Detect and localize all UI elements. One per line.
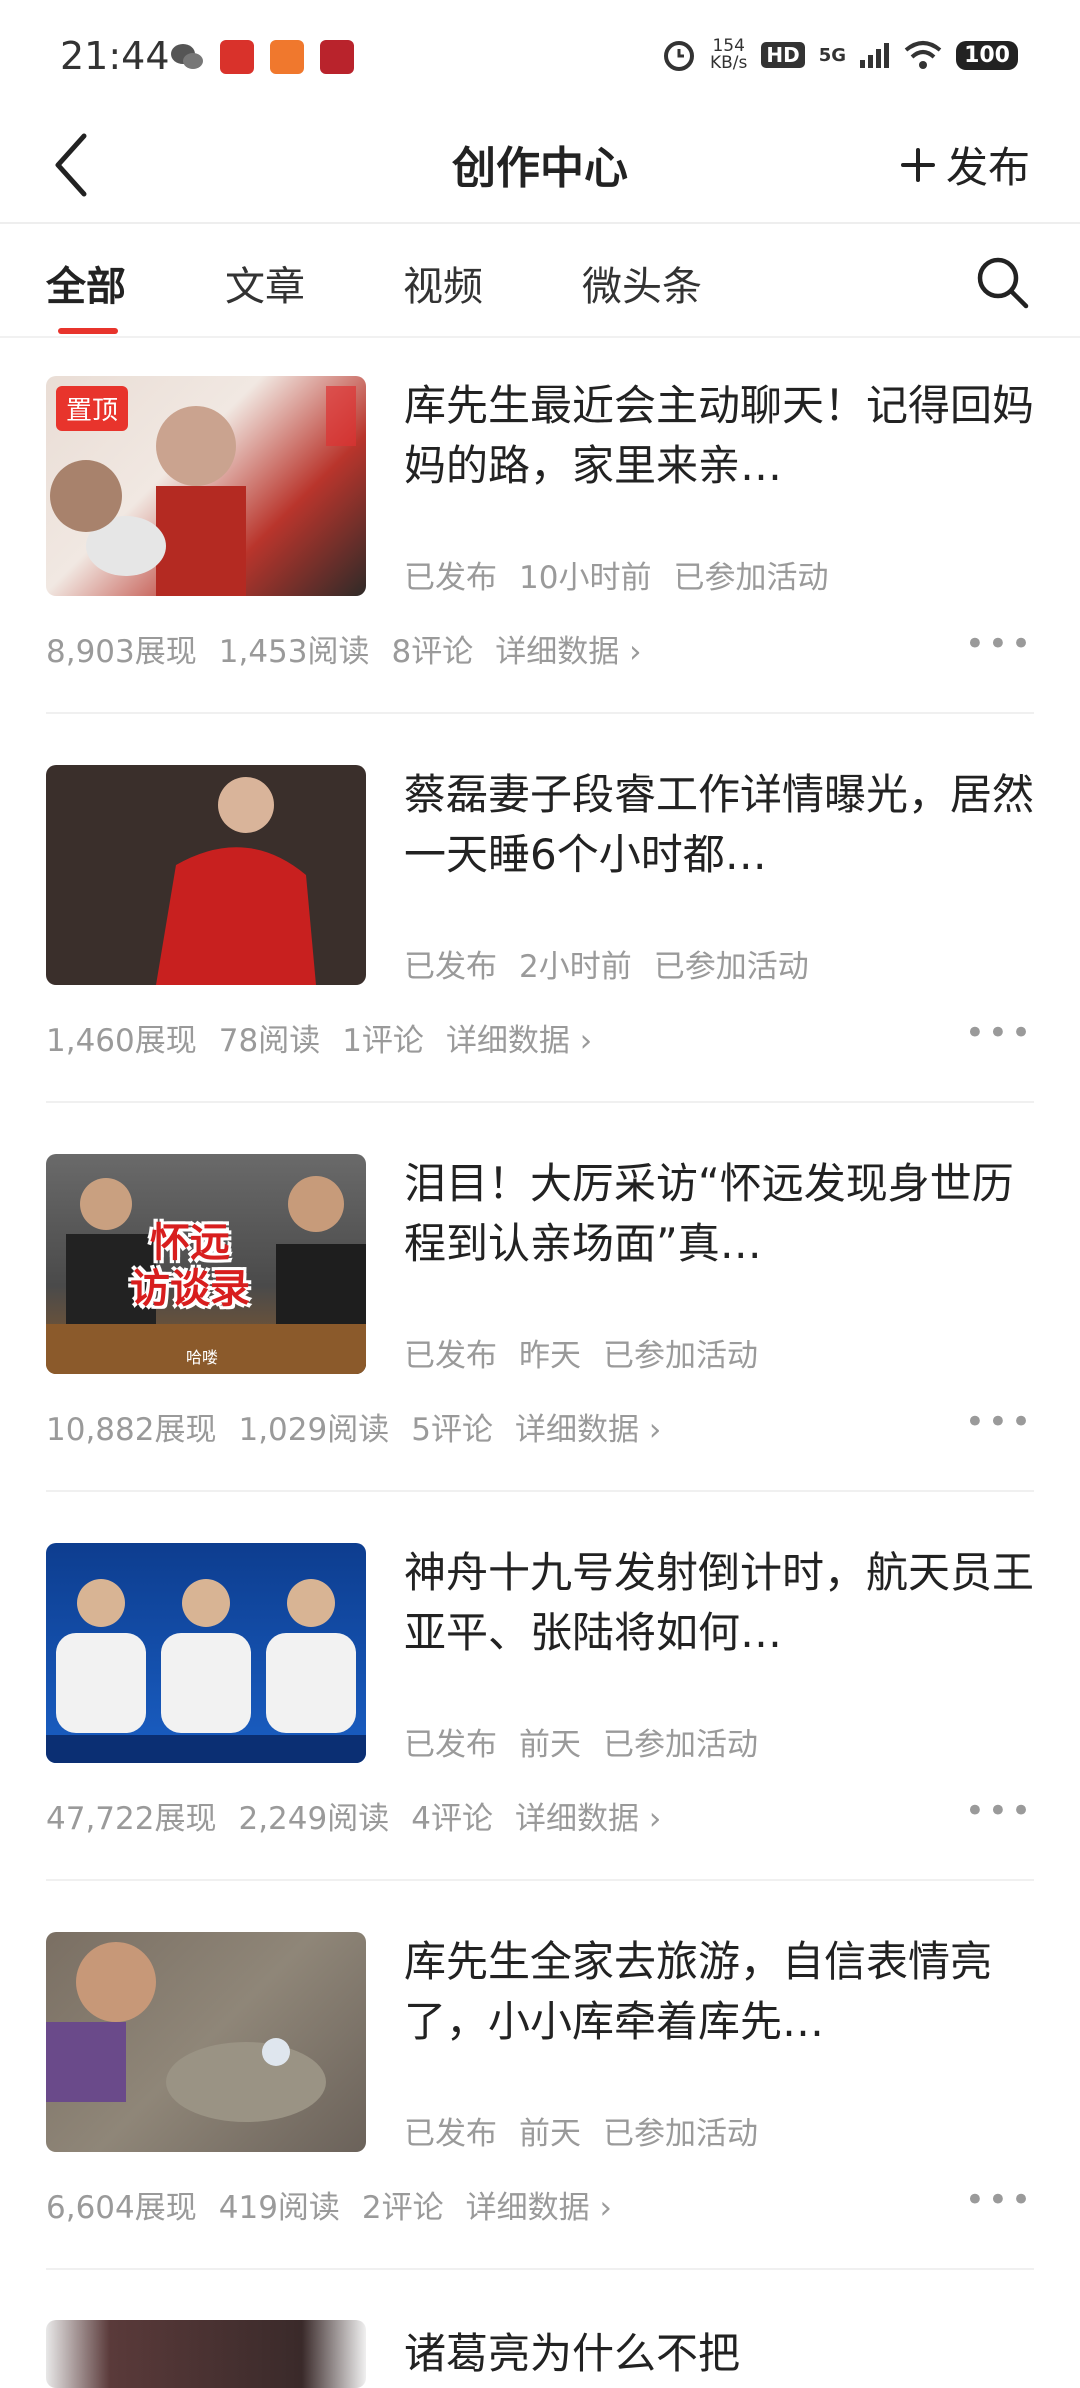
article-title[interactable]: 泪目！大厉采访“怀远发现身世历程到认亲场面”真… bbox=[404, 1154, 1034, 1274]
thumbnail-overlay-text: 怀远 访谈录 bbox=[130, 1220, 250, 1312]
signal-icon bbox=[860, 43, 890, 68]
thumbnail-image bbox=[156, 777, 316, 985]
article-stats: 47,722展现 2,249阅读 4评论 详细数据 › bbox=[46, 1793, 661, 1838]
tab-articles[interactable]: 文章 bbox=[225, 254, 305, 312]
chevron-right-icon: › bbox=[648, 1801, 662, 1837]
pinned-badge: 置顶 bbox=[56, 386, 129, 431]
views-count: 8,903展现 bbox=[46, 634, 197, 670]
tab-videos[interactable]: 视频 bbox=[403, 254, 483, 312]
detail-data-link[interactable]: 详细数据 › bbox=[515, 1404, 661, 1449]
article-thumbnail[interactable] bbox=[46, 2320, 366, 2388]
article-meta: 已发布 10小时前 已参加活动 bbox=[404, 560, 829, 596]
list-item[interactable]: 置顶 库先生最近会主动聊天！记得回妈妈的路，家里来亲… 已发布 10小时前 已参… bbox=[46, 376, 1034, 764]
reads-count: 1,029阅读 bbox=[238, 1412, 390, 1448]
chevron-right-icon: › bbox=[629, 634, 642, 670]
detail-data-link[interactable]: 详细数据 › bbox=[495, 626, 641, 671]
tab-all[interactable]: 全部 bbox=[46, 254, 126, 312]
item-divider bbox=[46, 1490, 1034, 1492]
item-divider bbox=[46, 1879, 1034, 1881]
list-item[interactable]: 库先生全家去旅游，自信表情亮了，小小库牵着库先… 已发布 前天 已参加活动 6,… bbox=[46, 1932, 1034, 2320]
search-icon[interactable] bbox=[974, 254, 1030, 310]
views-count: 6,604展现 bbox=[46, 2190, 197, 2226]
article-meta: 已发布 昨天 已参加活动 bbox=[404, 1338, 758, 1374]
list-item[interactable]: 神舟十九号发射倒计时，航天员王亚平、张陆将如何… 已发布 前天 已参加活动 47… bbox=[46, 1543, 1034, 1931]
thumbnail-caption: 哈喽 bbox=[186, 1348, 219, 1367]
more-options-icon[interactable]: ••• bbox=[965, 1013, 1034, 1053]
article-title[interactable]: 诸葛亮为什么不把 bbox=[404, 2324, 1034, 2384]
item-divider bbox=[46, 2268, 1034, 2270]
article-thumbnail[interactable]: 怀远 访谈录 哈喽 bbox=[46, 1154, 366, 1374]
article-stats: 8,903展现 1,453阅读 8评论 详细数据 › bbox=[46, 626, 642, 671]
comments-count: 5评论 bbox=[411, 1412, 493, 1448]
notification-icons bbox=[170, 40, 354, 74]
article-thumbnail[interactable] bbox=[46, 1932, 366, 2152]
reads-count: 78阅读 bbox=[218, 1023, 321, 1059]
article-meta: 已发布 2小时前 已参加活动 bbox=[404, 949, 809, 985]
battery-level: 100 bbox=[956, 40, 1018, 70]
hd-badge: HD bbox=[761, 42, 805, 68]
article-thumbnail[interactable] bbox=[46, 765, 366, 985]
publish-label: 发布 bbox=[945, 143, 1030, 192]
app-header: 创作中心 发布 bbox=[0, 110, 1080, 220]
more-options-icon[interactable]: ••• bbox=[965, 1791, 1034, 1831]
item-divider bbox=[46, 712, 1034, 714]
plus-icon bbox=[900, 147, 935, 182]
reads-count: 419阅读 bbox=[218, 2190, 340, 2226]
item-divider bbox=[46, 1101, 1034, 1103]
more-options-icon[interactable]: ••• bbox=[965, 1402, 1034, 1442]
comments-count: 1评论 bbox=[342, 1023, 424, 1059]
views-count: 47,722展现 bbox=[46, 1801, 217, 1837]
tabs-divider bbox=[0, 336, 1080, 338]
article-meta: 已发布 前天 已参加活动 bbox=[404, 2116, 758, 2152]
chevron-right-icon: › bbox=[579, 1023, 593, 1059]
article-stats: 1,460展现 78阅读 1评论 详细数据 › bbox=[46, 1015, 592, 1060]
net-speed: 154 KB/s bbox=[710, 36, 748, 73]
list-item[interactable]: 蔡磊妻子段睿工作详情曝光，居然一天睡6个小时都… 已发布 2小时前 已参加活动 … bbox=[46, 765, 1034, 1153]
detail-data-link[interactable]: 详细数据 › bbox=[466, 2182, 612, 2227]
publish-button[interactable]: 发布 bbox=[900, 134, 1030, 195]
app-icon-orange bbox=[270, 40, 304, 74]
wechat-icon bbox=[171, 44, 203, 69]
article-title[interactable]: 库先生全家去旅游，自信表情亮了，小小库牵着库先… bbox=[404, 1932, 1034, 2052]
comments-count: 4评论 bbox=[411, 1801, 493, 1837]
chevron-right-icon: › bbox=[599, 2190, 612, 2226]
comments-count: 2评论 bbox=[361, 2190, 444, 2226]
article-stats: 6,604展现 419阅读 2评论 详细数据 › bbox=[46, 2182, 612, 2227]
network-type: 5G bbox=[818, 44, 847, 66]
reads-count: 1,453阅读 bbox=[218, 634, 370, 670]
views-count: 1,460展现 bbox=[46, 1023, 197, 1059]
more-options-icon[interactable]: ••• bbox=[965, 2180, 1034, 2220]
wifi-icon bbox=[904, 41, 942, 69]
article-stats: 10,882展现 1,029阅读 5评论 详细数据 › bbox=[46, 1404, 661, 1449]
status-bar: 21:44 154 KB/s HD 5G 100 bbox=[0, 0, 1080, 110]
thumbnail-image bbox=[46, 1942, 326, 2122]
detail-data-link[interactable]: 详细数据 › bbox=[515, 1793, 661, 1838]
content-tabs: 全部 文章 视频 微头条 bbox=[0, 224, 1080, 336]
chevron-right-icon: › bbox=[648, 1412, 662, 1448]
article-thumbnail[interactable] bbox=[46, 1543, 366, 1763]
article-title[interactable]: 库先生最近会主动聊天！记得回妈妈的路，家里来亲… bbox=[404, 376, 1034, 496]
reads-count: 2,249阅读 bbox=[238, 1801, 390, 1837]
article-thumbnail[interactable]: 置顶 bbox=[46, 376, 366, 596]
app-icon-red bbox=[220, 40, 254, 74]
status-time: 21:44 bbox=[60, 34, 170, 78]
article-title[interactable]: 蔡磊妻子段睿工作详情曝光，居然一天睡6个小时都… bbox=[404, 765, 1034, 885]
views-count: 10,882展现 bbox=[46, 1412, 217, 1448]
article-meta: 已发布 前天 已参加活动 bbox=[404, 1727, 758, 1763]
active-tab-indicator bbox=[58, 328, 118, 334]
article-title[interactable]: 神舟十九号发射倒计时，航天员王亚平、张陆将如何… bbox=[404, 1543, 1034, 1663]
alarm-icon bbox=[664, 41, 694, 71]
list-item[interactable]: 怀远 访谈录 哈喽 泪目！大厉采访“怀远发现身世历程到认亲场面”真… 已发布 昨… bbox=[46, 1154, 1034, 1542]
list-item[interactable]: 诸葛亮为什么不把 bbox=[46, 2320, 1034, 2388]
tab-micro-posts[interactable]: 微头条 bbox=[582, 254, 702, 312]
comments-count: 8评论 bbox=[391, 634, 474, 670]
detail-data-link[interactable]: 详细数据 › bbox=[446, 1015, 592, 1060]
bank-icon bbox=[320, 40, 354, 74]
more-options-icon[interactable]: ••• bbox=[965, 624, 1034, 664]
thumbnail-image bbox=[46, 1579, 366, 1763]
